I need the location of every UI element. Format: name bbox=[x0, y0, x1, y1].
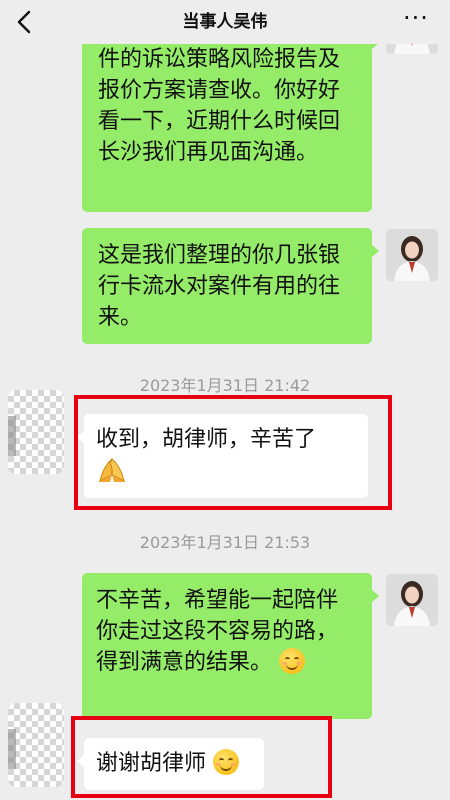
message-text: 这是我们整理的你几张银行卡流水对案件有用的往来。 bbox=[98, 243, 341, 330]
chat-header: 当事人吴伟 ··· bbox=[0, 0, 450, 44]
message-bubble-received[interactable]: 谢谢胡律师 bbox=[77, 738, 264, 790]
more-options-button[interactable]: ··· bbox=[396, 6, 436, 38]
avatar-image-edge bbox=[8, 729, 16, 769]
message-text: 谢谢胡律师 bbox=[96, 751, 207, 776]
message-bubble-sent[interactable]: 件的诉讼策略风险报告及报价方案请查收。你好好看一下，近期什么时候回长沙我们再见面… bbox=[82, 20, 379, 212]
message-timestamp: 2023年1月31日 21:42 bbox=[139, 376, 311, 395]
message-text: 收到，胡律师，辛苦了 bbox=[96, 427, 317, 452]
message-timestamp: 2023年1月31日 21:53 bbox=[139, 533, 311, 552]
chat-title: 当事人吴伟 bbox=[182, 12, 268, 32]
client-avatar[interactable] bbox=[8, 703, 64, 787]
folded-hands-icon bbox=[96, 455, 128, 492]
smile-icon bbox=[213, 749, 240, 775]
lawyer-avatar[interactable] bbox=[386, 574, 438, 626]
client-avatar[interactable] bbox=[8, 390, 64, 474]
avatar-image-edge bbox=[8, 416, 16, 456]
smile-icon bbox=[279, 648, 306, 674]
message-bubble-received[interactable]: 收到，胡律师，辛苦了 bbox=[77, 414, 368, 498]
lawyer-avatar[interactable] bbox=[386, 229, 438, 281]
message-text: 件的诉讼策略风险报告及报价方案请查收。你好好看一下，近期什么时候回长沙我们再见面… bbox=[98, 47, 341, 165]
message-bubble-sent[interactable]: 这是我们整理的你几张银行卡流水对案件有用的往来。 bbox=[82, 228, 379, 344]
message-bubble-sent[interactable]: 不辛苦，希望能一起陪伴你走过这段不容易的路，得到满意的结果。 bbox=[82, 573, 379, 719]
chat-area[interactable]: 件的诉讼策略风险报告及报价方案请查收。你好好看一下，近期什么时候回长沙我们再见面… bbox=[0, 0, 450, 800]
